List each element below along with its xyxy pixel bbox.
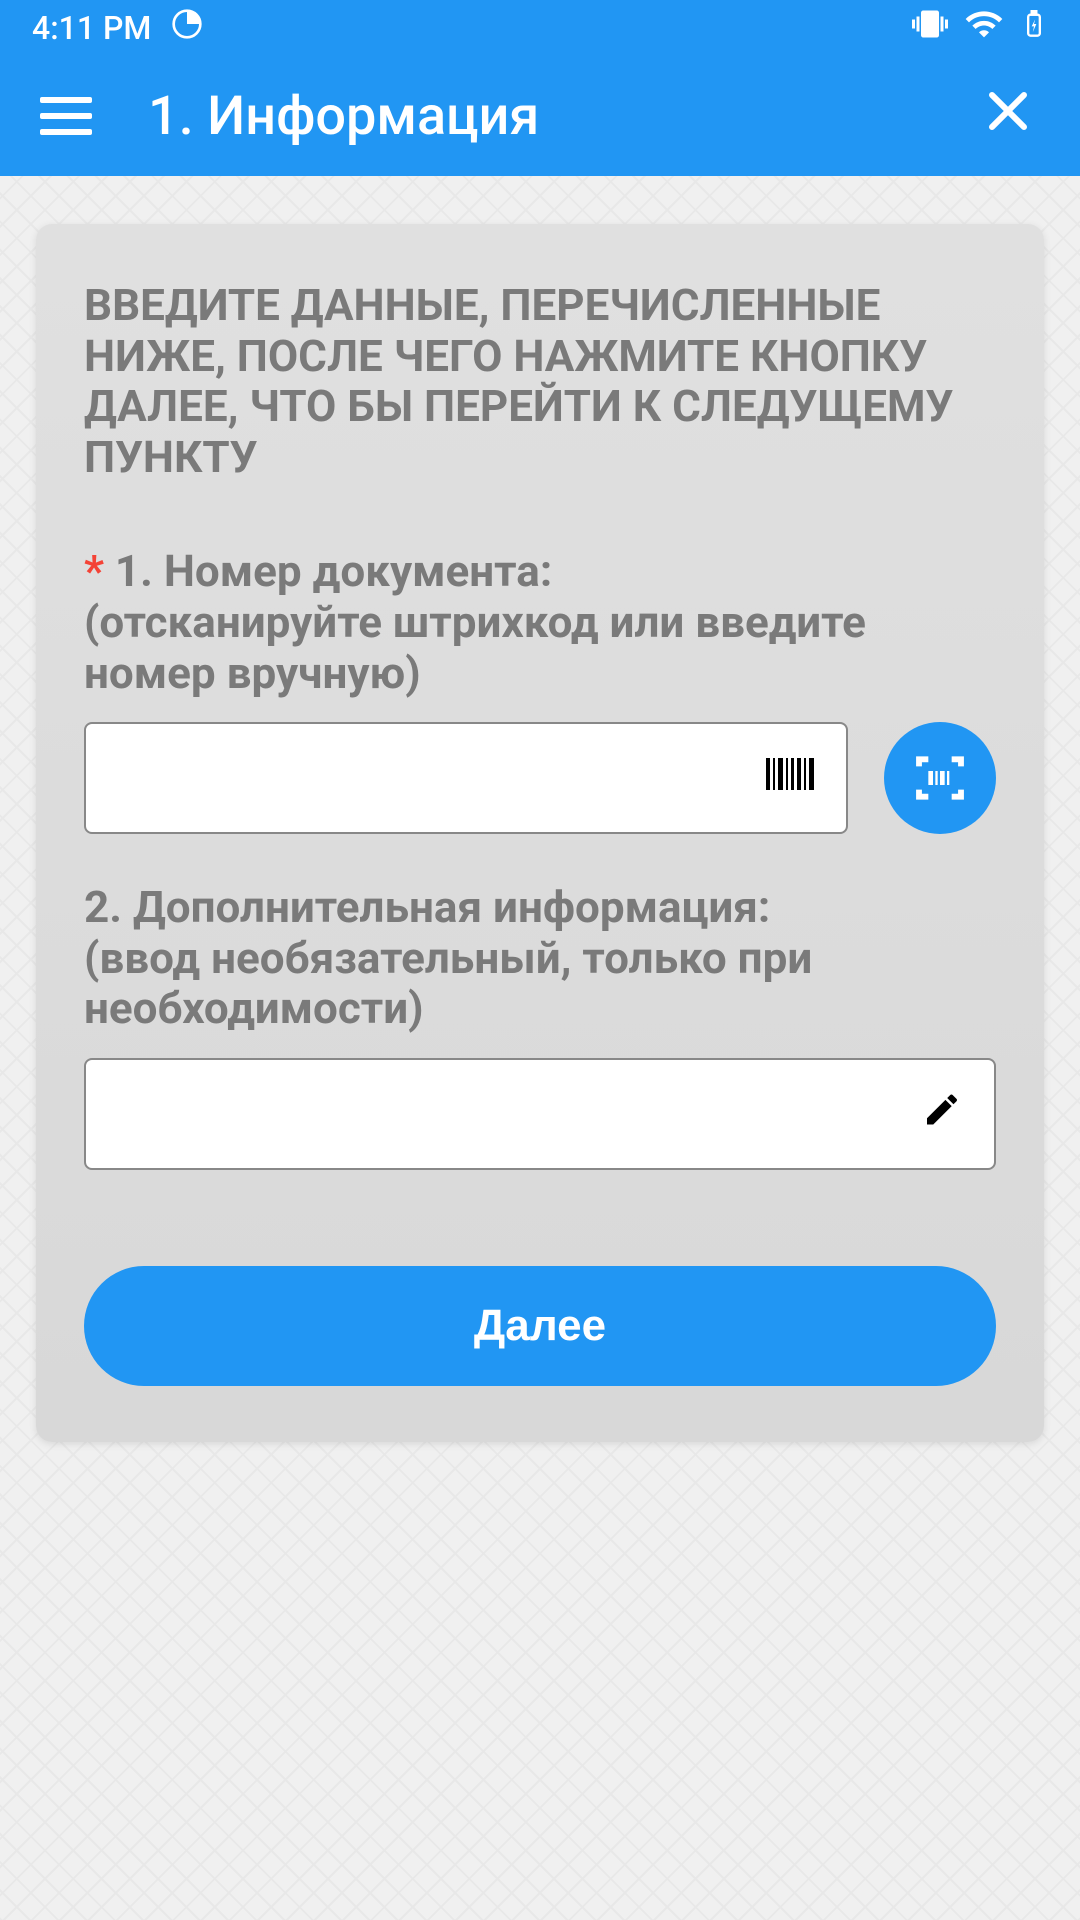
- field2-label-line2: (ввод необязательный, только при необход…: [84, 932, 812, 1035]
- field-document-number: * 1. Номер документа: (отсканируйте штри…: [84, 546, 996, 834]
- form-card: ВВЕДИТЕ ДАННЫЕ, ПЕРЕЧИСЛЕННЫЕ НИЖЕ, ПОСЛ…: [36, 224, 1044, 1442]
- additional-info-input-wrapper[interactable]: [84, 1058, 996, 1170]
- instruction-text: ВВЕДИТЕ ДАННЫЕ, ПЕРЕЧИСЛЕННЫЕ НИЖЕ, ПОСЛ…: [84, 280, 996, 482]
- field2-label-line1: 2. Дополнительная информация:: [84, 881, 770, 933]
- status-right: [912, 4, 1048, 52]
- pencil-icon: [922, 1089, 962, 1138]
- app-bar: 1. Информация: [0, 56, 1080, 176]
- status-left: 4:11 PM: [32, 8, 203, 48]
- wifi-icon: [964, 4, 1004, 52]
- field1-label-line1: 1. Номер документа:: [115, 545, 552, 597]
- field1-label: * 1. Номер документа: (отсканируйте штри…: [84, 546, 996, 698]
- vibrate-icon: [912, 6, 948, 50]
- barcode-icon: [766, 757, 814, 799]
- app-status-icon: [171, 8, 203, 48]
- field1-input-row: [84, 722, 996, 834]
- field-additional-info: 2. Дополнительная информация: (ввод необ…: [84, 882, 996, 1170]
- scan-barcode-button[interactable]: [884, 722, 996, 834]
- status-time: 4:11 PM: [32, 9, 151, 47]
- battery-icon: [1020, 5, 1048, 51]
- field2-label: 2. Дополнительная информация: (ввод необ…: [84, 882, 996, 1034]
- status-bar: 4:11 PM: [0, 0, 1080, 56]
- close-button[interactable]: [976, 82, 1040, 150]
- additional-info-input[interactable]: [110, 1060, 970, 1168]
- menu-button[interactable]: [40, 97, 92, 135]
- doc-number-input-wrapper[interactable]: [84, 722, 848, 834]
- page-title: 1. Информация: [148, 85, 976, 148]
- required-indicator: *: [84, 545, 115, 597]
- content-area: ВВЕДИТЕ ДАННЫЕ, ПЕРЕЧИСЛЕННЫЕ НИЖЕ, ПОСЛ…: [0, 176, 1080, 1490]
- doc-number-input[interactable]: [110, 724, 822, 832]
- next-button[interactable]: Далее: [84, 1266, 996, 1386]
- field1-label-line2: (отсканируйте штрихкод или введите номер…: [84, 596, 866, 699]
